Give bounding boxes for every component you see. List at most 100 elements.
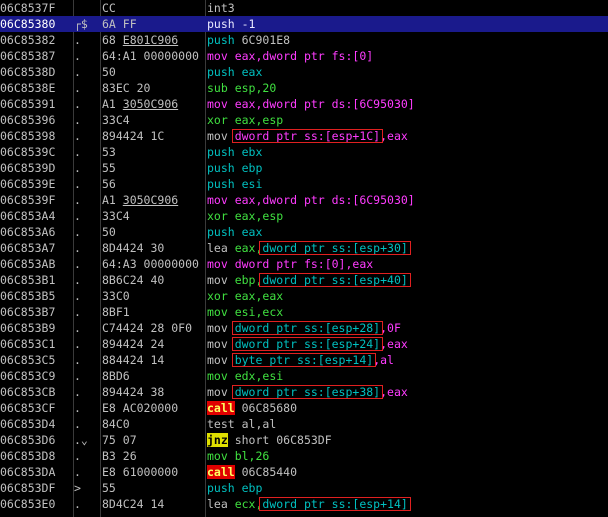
hex-bytes-cell: E8 61000000 xyxy=(102,464,204,480)
instruction-cell: push ebp xyxy=(207,480,607,496)
operand: eax,dword ptr fs:[0] xyxy=(227,49,374,63)
disasm-row[interactable]: 06C853D6 .⌄ 75 07 jnz short 06C853DF xyxy=(0,432,608,448)
hex-bytes: 8D4424 30 xyxy=(102,241,165,255)
address-cell: 06C853DA xyxy=(0,465,56,479)
operand: ebp, xyxy=(227,273,263,287)
disasm-row[interactable]: 06C853B9. C74424 28 0F0 mov dword ptr ss:[… xyxy=(0,320,608,336)
disasm-row[interactable]: 06C8539C. 53 push ebx xyxy=(0,144,608,160)
mnemonic: int3 xyxy=(207,1,235,15)
address-cell: 06C853D8 xyxy=(0,449,56,463)
address-cell: 06C853CB xyxy=(0,385,56,399)
instruction-cell: call 06C85680 xyxy=(207,400,607,416)
disasm-row[interactable]: 06C853A6. 50 push eax xyxy=(0,224,608,240)
operand: ,al xyxy=(373,353,394,367)
mnemonic: mov xyxy=(207,337,228,351)
instruction-cell: mov byte ptr ss:[esp+14],al xyxy=(207,352,607,368)
operand: ,eax xyxy=(345,257,374,271)
operand: eax,eax xyxy=(227,289,284,303)
hex-bytes-cell: 55 xyxy=(102,480,204,496)
disasm-row[interactable]: 06C853A4. 33C4 xor eax,esp xyxy=(0,208,608,224)
flow-marker: . xyxy=(74,321,81,335)
disasm-row[interactable]: 06C8537F CC int3 xyxy=(0,0,608,16)
flow-marker: . xyxy=(74,385,81,399)
flow-marker: . xyxy=(74,289,81,303)
disasm-row[interactable]: 06C853DA. E8 61000000 call 06C85440 xyxy=(0,464,608,480)
disasm-row[interactable]: 06C853C1. 894424 24 mov dword ptr ss:[esp+… xyxy=(0,336,608,352)
disasm-row[interactable]: 06C853B7. 8BF1 mov esi,ecx xyxy=(0,304,608,320)
flow-marker: . xyxy=(74,273,81,287)
operand: dword ptr ss:[esp+24] xyxy=(227,337,381,351)
hex-bytes: 8D4C24 14 xyxy=(102,497,165,511)
hex-bytes: 53 xyxy=(102,145,116,159)
mnemonic: mov xyxy=(207,97,228,111)
hex-bytes: 8BD6 xyxy=(102,369,130,383)
address-cell: 06C853B7 xyxy=(0,305,56,319)
address-cell: 06C853C9 xyxy=(0,369,56,383)
flow-marker: . xyxy=(74,129,81,143)
instruction-cell: mov dword ptr ss:[esp+38],eax xyxy=(207,384,607,400)
disasm-row[interactable]: 06C8538D. 50 push eax xyxy=(0,64,608,80)
disasm-row[interactable]: 06C85380 ┌$ 6A FF push -1 xyxy=(0,16,608,32)
disasm-row[interactable]: 06C853D4. 84C0 test al,al xyxy=(0,416,608,432)
hex-bytes: A1 xyxy=(102,97,123,111)
hex-bytes: 75 07 xyxy=(102,433,137,447)
flow-marker xyxy=(74,0,90,16)
disasm-row[interactable]: 06C853C9. 8BD6 mov edx,esi xyxy=(0,368,608,384)
address-cell: 06C8539D xyxy=(0,161,56,175)
operand: ,eax xyxy=(380,385,408,399)
flow-marker: . xyxy=(74,97,81,111)
hex-bytes: 33C0 xyxy=(102,289,130,303)
address-cell: 06C853B1 xyxy=(0,273,56,287)
operand: eax,esp xyxy=(227,113,284,127)
hex-bytes: 50 xyxy=(102,65,116,79)
disasm-row[interactable]: 06C8539D. 55 push ebp xyxy=(0,160,608,176)
disasm-row[interactable]: 06C85387. 64:A1 00000000 mov eax,dword ptr… xyxy=(0,48,608,64)
disasm-row[interactable]: 06C853DF >55 push ebp xyxy=(0,480,608,496)
mnemonic: call xyxy=(207,401,235,415)
mnemonic: push xyxy=(207,65,235,79)
instruction-cell: push eax xyxy=(207,64,607,80)
instruction-cell: sub esp,20 xyxy=(207,80,607,96)
instruction-cell: push -1 xyxy=(207,16,607,32)
hex-bytes-cell: 84C0 xyxy=(102,416,204,432)
hex-bytes-cell: 33C4 xyxy=(102,112,204,128)
operand: dword ptr ss:[esp+30] xyxy=(262,241,408,255)
disasm-row[interactable]: 06C853CB. 894424 38 mov dword ptr ss:[esp+… xyxy=(0,384,608,400)
disasm-row[interactable]: 06C853AB. 64:A3 00000000 mov dword ptr fs:… xyxy=(0,256,608,272)
instruction-cell: mov esi,ecx xyxy=(207,304,607,320)
disasm-row[interactable]: 06C853CF. E8 AC020000 call 06C85680 xyxy=(0,400,608,416)
instruction-cell: mov eax,dword ptr fs:[0] xyxy=(207,48,607,64)
disasm-row[interactable]: 06C8538E. 83EC 20 sub esp,20 xyxy=(0,80,608,96)
operand: 06C85680 xyxy=(234,401,298,415)
address-cell: 06C8538D xyxy=(0,65,56,79)
disasm-row[interactable]: 06C853D8. B3 26 mov bl,26 xyxy=(0,448,608,464)
disasm-row[interactable]: 06C853C5. 884424 14 mov byte ptr ss:[esp+1… xyxy=(0,352,608,368)
flow-marker: . xyxy=(74,305,81,319)
disasm-row[interactable]: 06C853E0. 8D4C24 14 lea ecx,dword ptr ss:[… xyxy=(0,496,608,512)
hex-bytes: 894424 38 xyxy=(102,385,165,399)
disasm-row[interactable]: 06C853B1. 8B6C24 40 mov ebp,dword ptr ss:[… xyxy=(0,272,608,288)
hex-bytes-cell: 75 07 xyxy=(102,432,204,448)
disasm-row[interactable]: 06C85391. A1 3050C906 mov eax,dword ptr ds… xyxy=(0,96,608,112)
hex-bytes-fixup: 3050C906 xyxy=(122,193,179,207)
hex-bytes: 83EC 20 xyxy=(102,81,151,95)
hex-bytes-cell: A1 3050C906 xyxy=(102,96,204,112)
flow-marker: . xyxy=(74,353,81,367)
address-cell: 06C8539E xyxy=(0,177,56,191)
disasm-row[interactable]: 06C853A7. 8D4424 30 lea eax,dword ptr ss:[… xyxy=(0,240,608,256)
disasm-row[interactable]: 06C85396. 33C4 xor eax,esp xyxy=(0,112,608,128)
hex-bytes-cell: 64:A3 00000000 xyxy=(102,256,204,272)
instruction-cell: test al,al xyxy=(207,416,607,432)
disasm-row[interactable]: 06C853B5. 33C0 xor eax,eax xyxy=(0,288,608,304)
disasm-row[interactable]: 06C8539F. A1 3050C906 mov eax,dword ptr ds… xyxy=(0,192,608,208)
disasm-row[interactable]: 06C85398. 894424 1C mov dword ptr ss:[esp+… xyxy=(0,128,608,144)
operand: ebp xyxy=(234,481,263,495)
address-cell: 06C85396 xyxy=(0,113,56,127)
disasm-row[interactable]: 06C8539E. 56 push esi xyxy=(0,176,608,192)
operand: dword ptr ss:[esp+38] xyxy=(227,385,381,399)
instruction-cell: push ebp xyxy=(207,160,607,176)
address-cell: 06C853E0 xyxy=(0,497,56,511)
address-cell: 06C8539C xyxy=(0,145,56,159)
disasm-row[interactable]: 06C85382. 68 E801C906 push 6C901E8 xyxy=(0,32,608,48)
disassembly-pane[interactable]: 06C8537F CC int3 06C85380 ┌$ 6A FF push -1 06C8… xyxy=(0,0,608,517)
